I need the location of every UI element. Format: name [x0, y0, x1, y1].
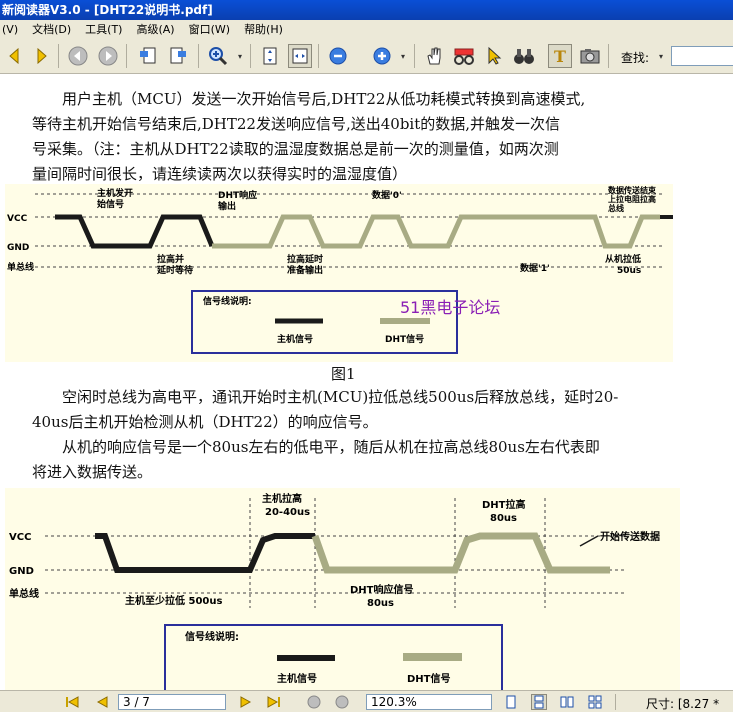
hand-tool-icon[interactable]	[422, 44, 446, 68]
toolbar: ▾ ▾ T 查找: ▾	[0, 38, 733, 74]
previous-page-icon[interactable]	[2, 44, 26, 68]
zoom-in-icon[interactable]	[206, 44, 230, 68]
find-input[interactable]	[671, 46, 733, 66]
fig1-end-label: 数据传送结束	[608, 185, 657, 195]
document-page: 用户主机（MCU）发送一次开始信号后,DHT22从低功耗模式转换到高速模式, 等…	[0, 75, 733, 690]
fig2-legend-host: 主机信号	[277, 672, 317, 685]
text-select-icon[interactable]: T	[548, 44, 572, 68]
fig1-pullup-label: 拉高并	[157, 253, 184, 265]
menu-document[interactable]: 文档(D)	[25, 21, 78, 37]
fig2-dht-resp-label-2: 80us	[367, 598, 394, 609]
fig1-gnd-label: GND	[7, 243, 29, 253]
paragraph-line: 将进入数据传送。	[32, 463, 153, 481]
page-size-label: 尺寸: [8.27 *	[646, 697, 720, 711]
fig1-host-start-label: 主机发开	[97, 187, 133, 199]
fig1-legend-host: 主机信号	[277, 333, 313, 345]
forward-icon[interactable]	[96, 44, 120, 68]
fig1-dht-resp-label: DHT响应	[218, 189, 257, 201]
fig1-end-label-2: 上拉电阻拉高	[608, 194, 656, 204]
fig1-slave-label: 从机拉低	[605, 253, 641, 265]
prev-page-icon[interactable]	[94, 694, 110, 710]
history-back-icon[interactable]	[306, 694, 322, 710]
facing-page-icon[interactable]	[559, 694, 575, 710]
zoom-plus-dropdown-icon[interactable]: ▾	[401, 52, 405, 61]
fig2-host-signal	[95, 533, 315, 573]
fig1-vcc-label: VCC	[7, 214, 28, 224]
fig1-dht-resp-label-2: 输出	[218, 200, 236, 212]
fig2-dht-pull-label-2: 80us	[490, 513, 517, 524]
paragraph-line: 从机的响应信号是一个80us左右的低电平，随后从机在拉高总线80us左右代表即	[32, 438, 600, 456]
first-page-icon[interactable]	[64, 694, 80, 710]
menu-advanced[interactable]: 高级(A)	[129, 21, 181, 37]
fig2-bus-label: 单总线	[9, 587, 39, 600]
zoom-out-icon[interactable]	[326, 44, 350, 68]
fig1-pullup2-label-2: 准备输出	[287, 264, 323, 276]
fig1-bus-label: 单总线	[7, 261, 34, 273]
zoom-field[interactable]: 120.3%	[366, 694, 492, 710]
paragraph-line: 空闲时总线为高电平，通讯开始时主机(MCU)拉低总线500us后释放总线，延时2…	[32, 388, 619, 406]
select-cursor-icon[interactable]	[482, 44, 506, 68]
paragraph-line: 号采集。（注：主机从DHT22读取的温湿度数据总是前一次的测量值，如两次测	[32, 140, 559, 158]
fig1-legend-dht: DHT信号	[385, 333, 424, 345]
fig1-host-signal	[55, 214, 215, 249]
continuous-facing-icon[interactable]	[587, 694, 603, 710]
paragraph-line: 等待主机开始信号结束后,DHT22发送响应信号,送出40bit的数据,并触发一次…	[32, 115, 561, 133]
zoom-dropdown-icon[interactable]: ▾	[238, 52, 242, 61]
figure-caption: 图1	[331, 365, 356, 383]
fig2-host-pull-label: 主机拉高	[262, 492, 302, 505]
paragraph-line: 用户主机（MCU）发送一次开始信号后,DHT22从低功耗模式转换到高速模式,	[32, 90, 586, 108]
svg-text:T: T	[554, 47, 566, 66]
fig2-dht-resp-label: DHT响应信号	[350, 583, 414, 596]
find-label: 查找:	[621, 51, 650, 65]
find-dropdown-icon[interactable]: ▾	[659, 52, 663, 61]
rotate-right-icon[interactable]	[166, 44, 190, 68]
fit-page-icon[interactable]	[258, 44, 282, 68]
fig2-vcc-label: VCC	[9, 532, 31, 543]
single-page-icon[interactable]	[503, 694, 519, 710]
continuous-page-icon[interactable]	[531, 694, 547, 710]
fig2-gnd-label: GND	[9, 566, 34, 577]
snapshot-camera-icon[interactable]	[578, 44, 602, 68]
glasses-icon[interactable]	[452, 44, 476, 68]
fig1-pullup-label-2: 延时等待	[156, 264, 193, 276]
timing-diagram-1: VCC GND 单总线 主机发开 始信号 DHT响应 输出 数据'0' 数据传送…	[5, 184, 673, 362]
timing-diagram-2: VCC GND 单总线 主机拉高 20-40us DHT拉高 80us 开始传送…	[5, 488, 680, 690]
status-bar: 3 / 7 120.3% 尺寸: [8.27 *	[0, 690, 733, 712]
fig1-pullup2-label: 拉高延时	[287, 253, 323, 265]
fig1-end-label-3: 总线	[608, 203, 624, 213]
fig2-legend-title: 信号线说明:	[185, 630, 239, 643]
fit-width-icon[interactable]	[288, 44, 312, 68]
window-title: 新阅读器V3.0 - [DHT22说明书.pdf]	[0, 0, 733, 20]
fig2-dht-signal	[311, 532, 610, 574]
find-binoculars-icon[interactable]	[512, 44, 536, 68]
rotate-left-icon[interactable]	[136, 44, 160, 68]
fig1-legend-title: 信号线说明:	[203, 295, 252, 307]
next-page-status-icon[interactable]	[238, 694, 254, 710]
fig1-slave-label-2: 50us	[617, 266, 641, 276]
zoom-plus-icon[interactable]	[370, 44, 394, 68]
fig1-dht-signal	[212, 214, 660, 249]
fig2-host-low-label: 主机至少拉低 500us	[125, 594, 222, 607]
page-number-field[interactable]: 3 / 7	[118, 694, 226, 710]
menu-tools[interactable]: 工具(T)	[78, 21, 129, 37]
back-icon[interactable]	[66, 44, 90, 68]
history-forward-icon[interactable]	[334, 694, 350, 710]
watermark: 51黑电子论坛	[400, 298, 500, 317]
fig2-host-pull-label-2: 20-40us	[265, 507, 310, 518]
fig1-host-start-label-2: 始信号	[97, 198, 124, 210]
fig2-legend-dht: DHT信号	[407, 672, 451, 685]
fig2-start-data-label: 开始传送数据	[600, 530, 660, 543]
next-page-icon[interactable]	[30, 44, 54, 68]
fig2-dht-pull-label: DHT拉高	[482, 498, 526, 511]
menu-bar: (V) 文档(D) 工具(T) 高级(A) 窗口(W) 帮助(H)	[0, 20, 733, 38]
last-page-icon[interactable]	[266, 694, 282, 710]
fig1-data1-label: 数据'1'	[520, 262, 550, 274]
menu-window[interactable]: 窗口(W)	[182, 21, 237, 37]
menu-help[interactable]: 帮助(H)	[237, 21, 290, 37]
fig1-data0-label: 数据'0'	[372, 189, 402, 201]
paragraph-line: 40us后主机开始检测从机（DHT22）的响应信号。	[32, 413, 378, 431]
menu-view[interactable]: (V)	[0, 23, 25, 36]
